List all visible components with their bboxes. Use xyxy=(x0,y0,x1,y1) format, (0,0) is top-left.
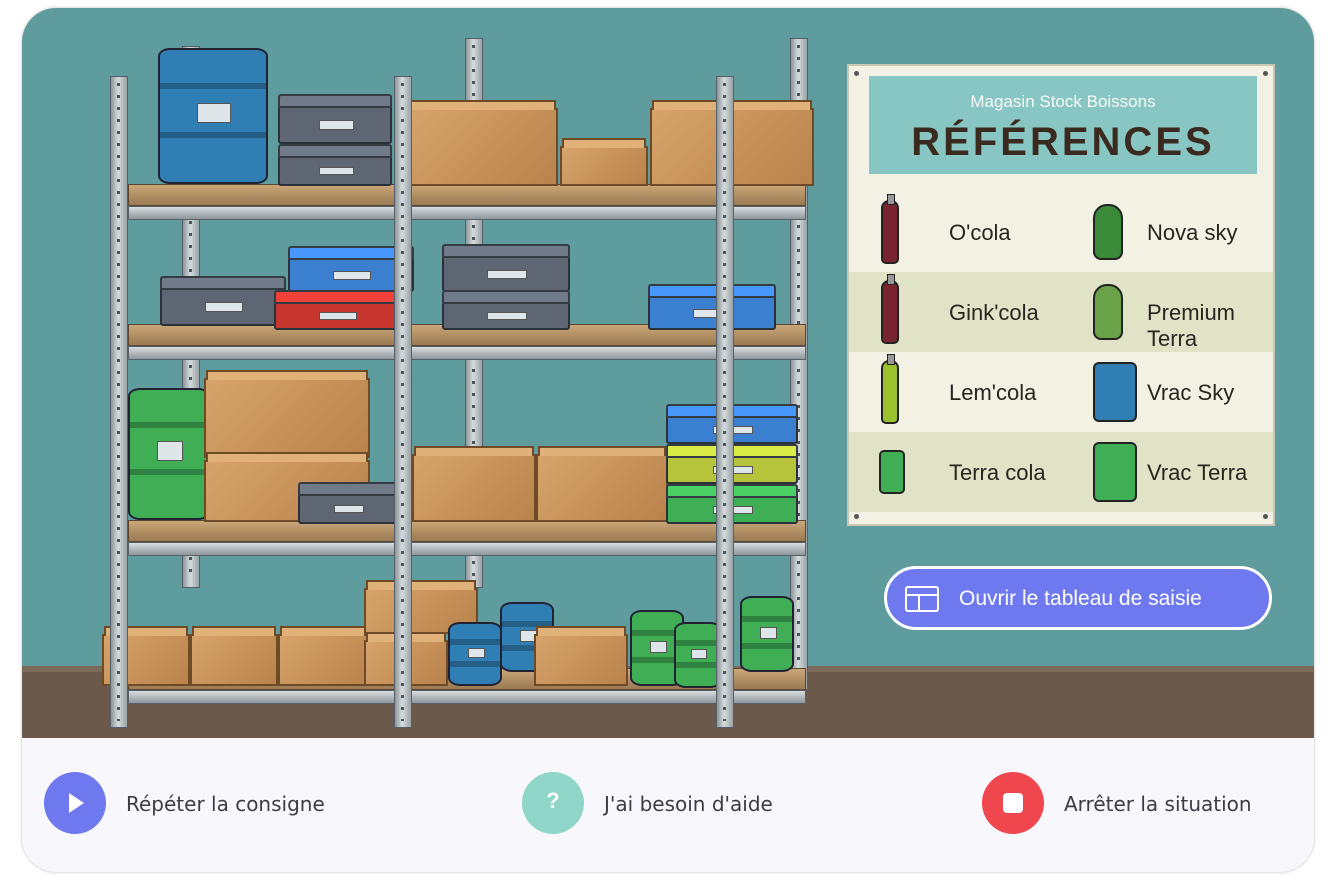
cardboard-box xyxy=(204,370,370,458)
open-table-button[interactable]: Ouvrir le tableau de saisie xyxy=(884,566,1272,630)
shelf-rail xyxy=(128,690,806,704)
blue-drum xyxy=(158,48,268,184)
shelf-post xyxy=(394,76,412,728)
grey-tin xyxy=(298,492,398,524)
reference-item: Vrac Terra xyxy=(1061,432,1273,512)
green-can-icon xyxy=(879,450,905,494)
cardboard-box xyxy=(412,446,536,522)
reference-item: Lem'cola xyxy=(849,352,1061,432)
repeat-instruction-button[interactable]: Répéter la consigne xyxy=(44,772,364,836)
reference-item-name: Premium Terra xyxy=(1147,300,1236,351)
reference-header: Magasin Stock Boissons RÉFÉRENCES xyxy=(869,76,1257,174)
grey-tin xyxy=(160,286,286,326)
cardboard-box xyxy=(408,100,558,186)
green-drum xyxy=(674,622,722,688)
reference-row: Lem'cola Vrac Sky xyxy=(849,352,1273,432)
reference-item-name: Lem'cola xyxy=(949,380,1037,405)
shelf-rail xyxy=(128,346,806,360)
shelf-rail xyxy=(128,206,806,220)
question-icon: ? xyxy=(522,772,584,834)
action-bar: Répéter la consigne ? J'ai besoin d'aide… xyxy=(22,738,1314,872)
shelf-post xyxy=(110,76,128,728)
reference-title: RÉFÉRENCES xyxy=(911,120,1215,164)
reference-item-name: Nova sky xyxy=(1147,220,1238,245)
yellow-bottle-icon xyxy=(881,354,899,424)
reference-item-name: O'cola xyxy=(949,220,1011,245)
shelf-rail xyxy=(128,542,806,556)
stop-situation-label: Arrêter la situation xyxy=(1064,792,1252,816)
warehouse-scene: Magasin Stock Boissons RÉFÉRENCES O'cola… xyxy=(22,8,1314,738)
shelf-post xyxy=(716,76,734,728)
open-table-button-label: Ouvrir le tableau de saisie xyxy=(959,587,1202,610)
reference-item: Nova sky xyxy=(1061,192,1273,272)
stop-situation-button[interactable]: Arrêter la situation xyxy=(982,772,1282,836)
reference-item: O'cola xyxy=(849,192,1061,272)
green-flask-bottle-icon xyxy=(1093,284,1123,340)
cardboard-box xyxy=(534,626,628,686)
reference-item-name: Terra cola xyxy=(949,460,1046,485)
blue-drum-icon xyxy=(1093,362,1137,422)
reference-item: Terra cola xyxy=(849,432,1061,512)
reference-item-name: Gink'cola xyxy=(949,300,1039,325)
grey-tin xyxy=(442,300,570,330)
reference-row: Gink'cola Premium Terra xyxy=(849,272,1273,352)
shelf-board xyxy=(128,184,806,206)
help-label: J'ai besoin d'aide xyxy=(604,792,773,816)
reference-subtitle: Magasin Stock Boissons xyxy=(970,92,1156,111)
green-drum xyxy=(128,388,210,520)
reference-row: O'cola Nova sky xyxy=(849,192,1273,272)
situation-card: Magasin Stock Boissons RÉFÉRENCES O'cola… xyxy=(22,8,1314,872)
blue-tin xyxy=(648,294,776,330)
grey-tin xyxy=(278,104,392,144)
red-tin xyxy=(274,300,400,330)
storage-shelf xyxy=(102,36,822,736)
help-button[interactable]: ? J'ai besoin d'aide xyxy=(522,772,822,836)
play-icon xyxy=(44,772,106,834)
table-icon xyxy=(905,586,939,612)
cardboard-box xyxy=(278,626,368,686)
reference-item: Premium Terra xyxy=(1061,272,1273,352)
green-drum-icon xyxy=(1093,442,1137,502)
green-drum xyxy=(740,596,794,672)
cardboard-box xyxy=(536,446,668,522)
reference-board: Magasin Stock Boissons RÉFÉRENCES O'cola… xyxy=(847,64,1275,526)
reference-row: Terra cola Vrac Terra xyxy=(849,432,1273,512)
repeat-instruction-label: Répéter la consigne xyxy=(126,792,325,816)
red-bottle-icon xyxy=(881,274,899,344)
cardboard-box xyxy=(560,138,648,186)
stop-icon xyxy=(982,772,1044,834)
reference-item: Gink'cola xyxy=(849,272,1061,352)
reference-item: Vrac Sky xyxy=(1061,352,1273,432)
grey-tin xyxy=(442,254,570,292)
grey-tin xyxy=(278,154,392,186)
orange-flask-bottle-icon xyxy=(1093,204,1123,260)
reference-item-name: Vrac Terra xyxy=(1147,460,1248,485)
cardboard-box xyxy=(190,626,278,686)
reference-item-name: Vrac Sky xyxy=(1147,380,1235,405)
blue-drum xyxy=(448,622,502,686)
red-bottle-icon xyxy=(881,194,899,264)
